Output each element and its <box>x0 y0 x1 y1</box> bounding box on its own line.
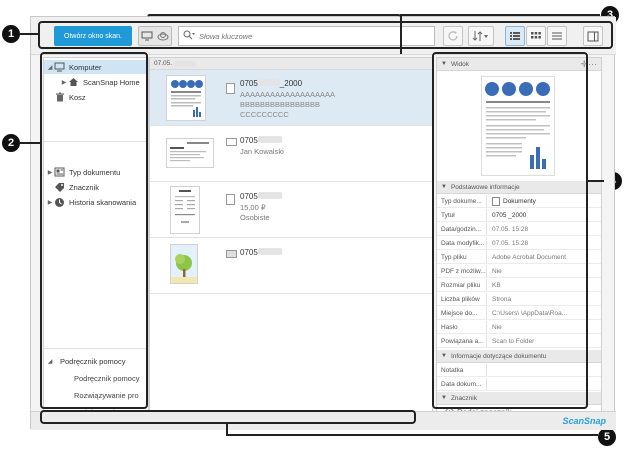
callout-marker-5: 5 <box>598 428 616 446</box>
callout-connector <box>226 434 598 436</box>
callout-connector <box>588 180 604 182</box>
callout-connector <box>20 142 40 144</box>
callout-frame-list <box>146 14 402 411</box>
callout-connector <box>400 14 600 16</box>
callout-marker-2: 2 <box>2 134 20 152</box>
callout-frame-navigation <box>40 52 148 409</box>
callout-frame-status <box>40 410 416 424</box>
callout-connector <box>400 14 402 54</box>
callout-connector <box>20 33 38 35</box>
callout-marker-1: 1 <box>2 25 20 43</box>
scansnap-logo: ScanSnap <box>562 416 606 426</box>
callout-frame-details <box>432 52 588 409</box>
